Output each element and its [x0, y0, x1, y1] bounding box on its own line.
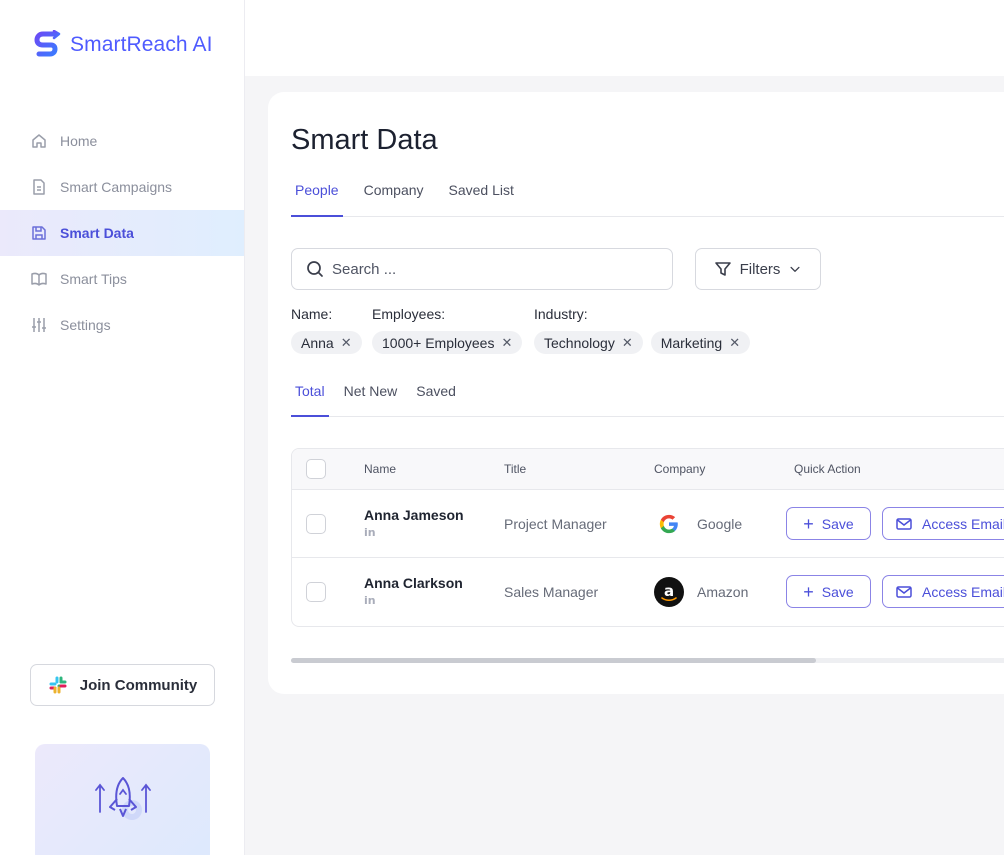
save-label: Save	[821, 515, 854, 532]
tab-company[interactable]: Company	[360, 172, 428, 216]
plus-icon: +	[803, 581, 814, 602]
tab-net-new[interactable]: Net New	[340, 375, 402, 416]
sidebar-item-settings[interactable]: Settings	[0, 302, 244, 348]
table-row: Anna Jameson in Project Manager Google +…	[292, 490, 1004, 558]
close-icon[interactable]: ✕	[501, 335, 512, 351]
person-title: Sales Manager	[504, 584, 599, 600]
join-community-button[interactable]: Join Community	[30, 664, 215, 706]
chevron-down-icon	[790, 266, 800, 272]
sidebar-item-smart-data[interactable]: Smart Data	[0, 210, 244, 256]
svg-text:a: a	[664, 582, 674, 600]
sidebar-item-label: Home	[60, 133, 98, 149]
book-icon	[31, 272, 47, 286]
sidebar: SmartReach AI Home Smart Campaigns Smart…	[0, 0, 245, 855]
chip-label: Technology	[544, 334, 615, 351]
save-icon	[32, 226, 46, 240]
person-name[interactable]: Anna Clarkson	[364, 575, 463, 591]
sidebar-item-smart-campaigns[interactable]: Smart Campaigns	[0, 164, 244, 210]
row-checkbox[interactable]	[306, 582, 326, 602]
filter-group-industry: Industry: Technology ✕ Marketing ✕	[534, 306, 751, 354]
amazon-icon: a	[654, 577, 684, 607]
search-box	[291, 248, 673, 290]
filter-label: Employees:	[372, 306, 446, 322]
save-label: Save	[821, 583, 854, 600]
mail-icon	[896, 585, 912, 598]
sliders-icon	[32, 318, 46, 332]
save-button[interactable]: + Save	[786, 507, 871, 540]
company-name[interactable]: Amazon	[697, 584, 748, 600]
promo-card	[35, 744, 210, 855]
horizontal-scrollbar[interactable]	[291, 658, 1004, 663]
table-header: Name Title Company Quick Action	[292, 449, 1004, 490]
document-icon	[33, 179, 45, 195]
plus-icon: +	[803, 513, 814, 534]
result-tabs: Total Net New Saved	[291, 375, 1004, 417]
select-all-checkbox[interactable]	[306, 459, 326, 479]
sidebar-item-label: Smart Data	[60, 225, 134, 241]
filter-label: Name:	[291, 306, 333, 322]
scrollbar-thumb[interactable]	[291, 658, 816, 663]
linkedin-icon[interactable]: in	[364, 526, 376, 539]
tab-total[interactable]: Total	[291, 375, 329, 417]
brand-name: SmartReach AI	[70, 33, 213, 56]
access-email-label: Access Email	[922, 515, 1004, 532]
filters-button[interactable]: Filters	[695, 248, 821, 290]
tab-people[interactable]: People	[291, 172, 343, 217]
sidebar-item-label: Settings	[60, 317, 111, 333]
sidebar-item-label: Smart Tips	[60, 271, 127, 287]
filter-label: Industry:	[534, 306, 588, 322]
save-button[interactable]: + Save	[786, 575, 871, 608]
top-bar	[245, 0, 1004, 76]
table-row: Anna Clarkson in Sales Manager a Amazon …	[292, 558, 1004, 626]
rocket-gear-icon	[95, 777, 151, 820]
sidebar-item-home[interactable]: Home	[0, 118, 244, 164]
linkedin-icon[interactable]: in	[364, 594, 376, 607]
column-header-company: Company	[654, 462, 706, 476]
google-icon	[654, 509, 684, 539]
column-header-name: Name	[364, 462, 397, 476]
row-checkbox[interactable]	[306, 514, 326, 534]
tab-saved[interactable]: Saved	[412, 375, 460, 416]
smart-data-panel: Smart Data People Company Saved List Fil…	[268, 92, 1004, 694]
chip-label: 1000+ Employees	[382, 334, 495, 351]
filter-chip: Technology ✕	[534, 331, 643, 354]
column-header-title: Title	[504, 462, 527, 476]
filter-chip: Marketing ✕	[650, 331, 751, 354]
filter-chip: 1000+ Employees ✕	[372, 331, 523, 354]
company-name[interactable]: Google	[697, 516, 742, 532]
brand-logo[interactable]: SmartReach AI	[34, 30, 213, 60]
filter-chip: Anna ✕	[291, 331, 362, 354]
column-header-quick-action: Quick Action	[794, 462, 861, 476]
sidebar-nav: Home Smart Campaigns Smart Data Smart Ti…	[0, 118, 244, 348]
person-title: Project Manager	[504, 516, 607, 532]
people-table: Name Title Company Quick Action Anna Jam…	[291, 448, 1004, 627]
slack-icon	[49, 676, 67, 694]
page-title: Smart Data	[291, 124, 438, 156]
chip-label: Anna	[301, 334, 334, 351]
access-email-label: Access Email	[922, 583, 1004, 600]
chip-label: Marketing	[660, 334, 723, 351]
sidebar-item-smart-tips[interactable]: Smart Tips	[0, 256, 244, 302]
main-tabs: People Company Saved List	[291, 172, 1004, 217]
sidebar-item-label: Smart Campaigns	[60, 179, 173, 195]
close-icon[interactable]: ✕	[341, 335, 352, 351]
search-input[interactable]	[332, 260, 652, 278]
close-icon[interactable]: ✕	[729, 335, 740, 351]
close-icon[interactable]: ✕	[622, 335, 633, 351]
search-icon	[307, 261, 323, 277]
smartreach-logo-icon	[34, 30, 61, 57]
tab-saved-list[interactable]: Saved List	[445, 172, 518, 216]
access-email-button[interactable]: Access Email	[882, 575, 1004, 608]
filter-funnel-icon	[714, 262, 731, 276]
filters-label: Filters	[739, 260, 781, 278]
access-email-button[interactable]: Access Email	[882, 507, 1004, 540]
mail-icon	[896, 517, 912, 530]
filter-group-employees: Employees: 1000+ Employees ✕	[372, 306, 523, 354]
person-name[interactable]: Anna Jameson	[364, 507, 464, 523]
join-community-label: Join Community	[79, 676, 198, 694]
filter-group-name: Name: Anna ✕	[291, 306, 362, 354]
home-icon	[32, 134, 46, 148]
